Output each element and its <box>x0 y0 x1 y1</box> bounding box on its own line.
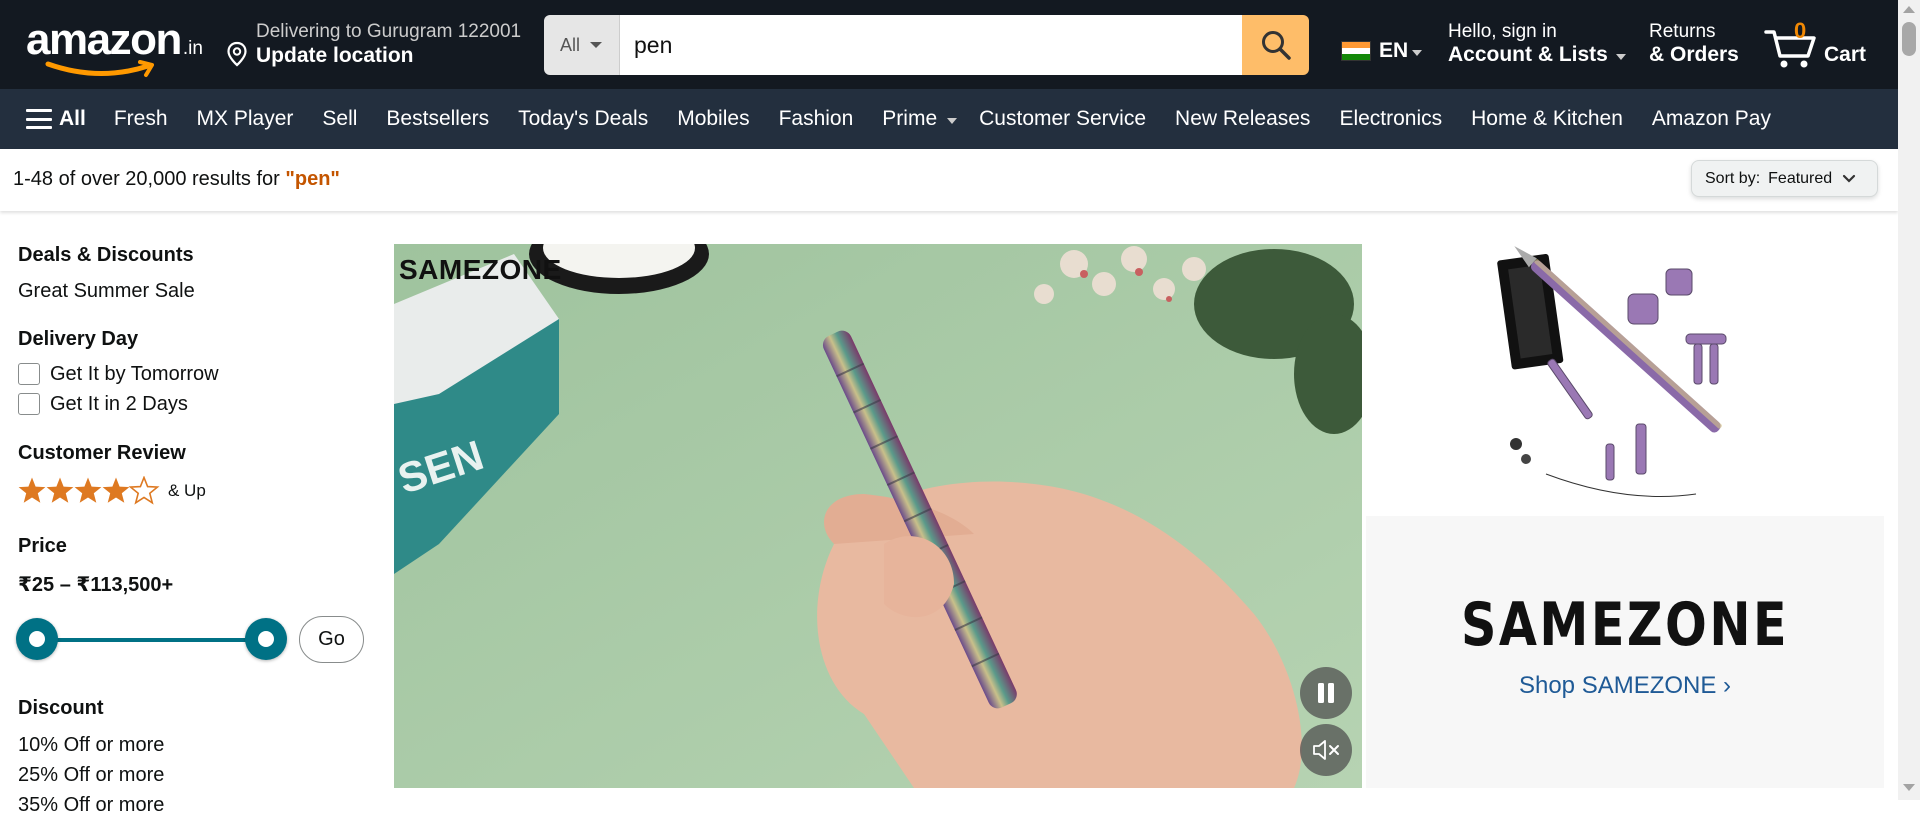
price-go-button[interactable]: Go <box>299 616 364 663</box>
search-category-value: All <box>560 34 581 55</box>
cart-label: Cart <box>1824 43 1867 66</box>
language-selector[interactable]: EN <box>1341 39 1423 63</box>
page-scrollbar[interactable] <box>1898 0 1920 800</box>
search-category-dropdown[interactable]: All <box>544 15 620 75</box>
delivery-2days-option[interactable]: Get It in 2 Days <box>18 389 188 419</box>
video-frame-image: SEN <box>394 244 1362 788</box>
discount-option[interactable]: 10% Off or more <box>18 734 164 757</box>
mute-button[interactable] <box>1300 724 1352 776</box>
orders-label: & Orders <box>1649 43 1739 66</box>
nav-fashion[interactable]: Fashion <box>779 107 854 131</box>
header-bar: amazon .in Delivering to Gurugram 122001 … <box>0 0 1898 89</box>
rating-suffix: & Up <box>168 481 206 500</box>
delivery-day-heading: Delivery Day <box>18 328 139 350</box>
language-code: EN <box>1379 39 1409 62</box>
search-icon <box>1261 31 1291 60</box>
price-max-handle[interactable] <box>245 618 287 660</box>
location-line1: Delivering to Gurugram 122001 <box>256 21 522 42</box>
chevron-down-icon <box>1843 174 1856 183</box>
sub-navigation: All Fresh MX Player Sell Bestsellers Tod… <box>0 89 1898 149</box>
discount-heading: Discount <box>18 697 104 719</box>
great-summer-sale-link[interactable]: Great Summer Sale <box>18 280 195 303</box>
search-button[interactable] <box>1242 15 1309 75</box>
price-slider-track <box>36 638 262 642</box>
results-query: "pen" <box>285 168 340 190</box>
magnetic-pen-product-image <box>1497 246 1727 497</box>
nav-prime-label: Prime <box>882 107 938 130</box>
results-prefix: 1-48 of over 20,000 results for <box>13 168 286 190</box>
price-heading: Price <box>18 535 67 557</box>
hamburger-icon <box>26 109 52 129</box>
star-rating-icon <box>18 476 159 504</box>
speaker-muted-icon <box>1313 740 1339 760</box>
cart-count: 0 <box>1794 18 1807 43</box>
delivery-option-label: Get It by Tomorrow <box>50 362 219 385</box>
nav-amazon-pay[interactable]: Amazon Pay <box>1652 107 1771 131</box>
location-pin-icon <box>227 41 247 67</box>
discount-option[interactable]: 35% Off or more <box>18 794 164 817</box>
account-menu[interactable]: Hello, sign in Account & Lists <box>1448 21 1626 67</box>
price-min-handle[interactable] <box>16 618 58 660</box>
cart-button[interactable]: 0 Cart <box>1764 18 1876 72</box>
results-bar: 1-48 of over 20,000 results for "pen" So… <box>0 149 1898 211</box>
delivery-tomorrow-option[interactable]: Get It by Tomorrow <box>18 359 219 389</box>
four-stars-and-up-filter[interactable]: & Up <box>18 476 206 506</box>
nav-fresh[interactable]: Fresh <box>114 107 168 131</box>
shop-brand-link[interactable]: Shop SAMEZONE › <box>1366 672 1884 700</box>
delivery-option-label: Get It in 2 Days <box>50 392 188 415</box>
ad-product-image[interactable] <box>1366 244 1884 516</box>
nav-mobiles[interactable]: Mobiles <box>677 107 749 131</box>
chevron-down-icon <box>590 42 603 48</box>
nav-prime[interactable]: Prime <box>882 107 958 131</box>
customer-review-heading: Customer Review <box>18 442 186 464</box>
nav-todays-deals[interactable]: Today's Deals <box>518 107 648 131</box>
update-location-link[interactable]: Update location <box>256 44 414 68</box>
nav-bestsellers[interactable]: Bestsellers <box>386 107 489 131</box>
scroll-up-arrow-icon[interactable] <box>1903 6 1915 13</box>
sort-dropdown[interactable]: Sort by: Featured <box>1691 160 1878 197</box>
price-range: ₹25 – ₹113,500+ <box>18 574 174 596</box>
logo-smile-icon <box>45 60 154 77</box>
sponsored-video[interactable]: SEN SAMEZONE <box>394 244 1362 788</box>
nav-electronics[interactable]: Electronics <box>1339 107 1442 131</box>
nav-customer-service[interactable]: Customer Service <box>979 107 1146 131</box>
sort-label: Sort by: <box>1705 169 1761 187</box>
video-brand-text: SAMEZONE <box>399 254 562 285</box>
returns-orders-link[interactable]: Returns & Orders <box>1649 21 1739 67</box>
checkbox[interactable] <box>18 393 40 415</box>
search-input[interactable] <box>620 15 1242 75</box>
chevron-down-icon <box>947 118 958 124</box>
pause-icon <box>1318 683 1334 703</box>
nav-home-kitchen[interactable]: Home & Kitchen <box>1471 107 1623 131</box>
chevron-down-icon <box>1412 50 1423 56</box>
ad-brand-logo: SAMEZONE <box>1460 590 1790 660</box>
chevron-down-icon <box>1615 54 1626 60</box>
pause-button[interactable] <box>1300 667 1352 719</box>
india-flag-icon <box>1341 41 1371 61</box>
nav-mx-player[interactable]: MX Player <box>197 107 294 131</box>
checkbox[interactable] <box>18 363 40 385</box>
search-bar: All <box>544 15 1309 75</box>
amazon-logo[interactable]: amazon .in <box>26 18 206 78</box>
account-greeting: Hello, sign in <box>1448 21 1557 42</box>
returns-label: Returns <box>1649 21 1716 42</box>
nav-new-releases[interactable]: New Releases <box>1175 107 1310 131</box>
sort-value: Featured <box>1768 169 1833 187</box>
logo-text: amazon <box>26 15 182 64</box>
scroll-down-arrow-icon[interactable] <box>1903 784 1915 791</box>
all-menu-label: All <box>59 107 86 130</box>
discount-option[interactable]: 25% Off or more <box>18 764 164 787</box>
logo-tld: .in <box>182 38 203 59</box>
all-menu-button[interactable]: All <box>26 107 86 131</box>
price-slider[interactable] <box>16 616 288 664</box>
results-count: 1-48 of over 20,000 results for "pen" <box>13 168 340 191</box>
deals-heading: Deals & Discounts <box>18 244 194 266</box>
ad-brand-panel[interactable]: SAMEZONE Shop SAMEZONE › <box>1366 516 1884 788</box>
account-lists-label: Account & Lists <box>1448 43 1608 66</box>
nav-sell[interactable]: Sell <box>322 107 357 131</box>
scrollbar-thumb[interactable] <box>1902 22 1916 56</box>
cart-icon <box>1764 30 1816 68</box>
